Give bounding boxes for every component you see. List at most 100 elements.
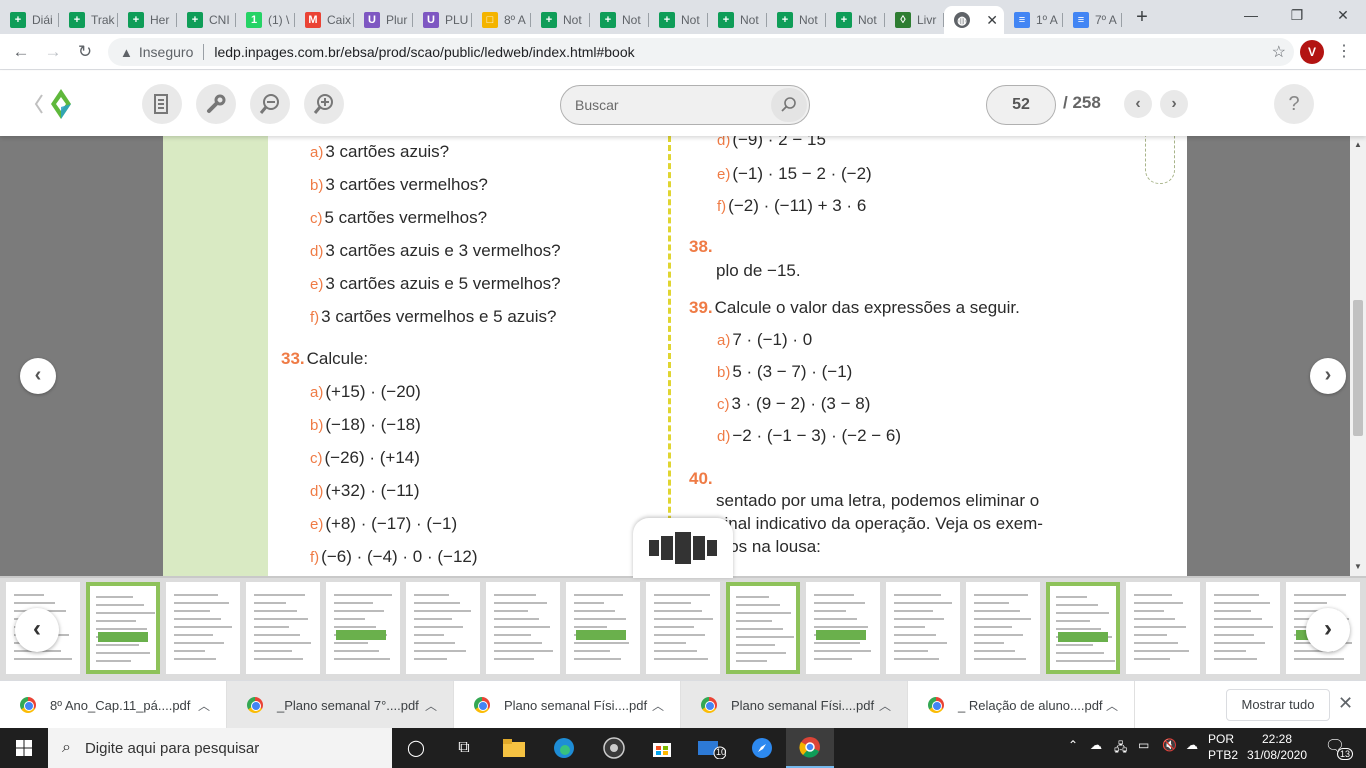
scroll-up-arrow-icon[interactable]: ▲ — [1354, 140, 1362, 149]
page-thumbnail[interactable] — [1046, 582, 1120, 674]
speaker-muted-icon[interactable]: 🔇 — [1162, 738, 1177, 752]
download-item[interactable]: Plano semanal Físi....pdf ︿ — [454, 681, 681, 729]
page-thumbnail[interactable] — [406, 582, 480, 674]
browser-menu-icon[interactable]: ⋮ — [1336, 40, 1352, 64]
thumbnails-prev-chevron-icon[interactable]: ‹ — [15, 608, 59, 652]
page-thumbnail[interactable] — [246, 582, 320, 674]
network-icon[interactable]: 🖧 — [1114, 738, 1127, 759]
browser-tab[interactable]: □ 8º A — [472, 6, 531, 34]
scroll-down-arrow-icon[interactable]: ▼ — [1354, 562, 1362, 571]
weather-cloud-icon[interactable]: ☁ — [1090, 738, 1102, 752]
page-bookmark-icon[interactable] — [1145, 136, 1175, 184]
url-field[interactable]: ▲ Inseguro ledp.inpages.com.br/ebsa/prod… — [108, 38, 1294, 66]
file-explorer-icon[interactable] — [490, 728, 538, 768]
wrench-tools-icon[interactable] — [196, 84, 236, 124]
browser-tab[interactable]: ≡ 1º A — [1004, 6, 1063, 34]
browser-tab-active[interactable]: ◍ ✕ — [944, 6, 1004, 34]
download-item[interactable]: _Plano semanal 7°....pdf ︿ — [227, 681, 454, 729]
edge-icon[interactable] — [540, 728, 588, 768]
scrollbar-thumb[interactable] — [1353, 300, 1363, 436]
close-tab-icon[interactable]: ✕ — [986, 12, 998, 29]
page-thumbnail[interactable] — [646, 582, 720, 674]
browser-tab[interactable]: U Plur — [354, 6, 413, 34]
language-indicator[interactable]: POR PTB2 — [1208, 731, 1238, 763]
browser-tab[interactable]: U PLU — [413, 6, 472, 34]
download-options-chevron-icon[interactable]: ︿ — [425, 697, 437, 714]
new-tab-button[interactable]: + — [1128, 6, 1156, 29]
download-item[interactable]: 8º Ano_Cap.11_pá....pdf ︿ — [0, 681, 227, 729]
onedrive-icon[interactable]: ☁ — [1186, 738, 1198, 752]
browser-tab[interactable]: + CNI — [177, 6, 236, 34]
windows-start-icon[interactable] — [0, 728, 48, 768]
browser-tab[interactable]: + Trak — [59, 6, 118, 34]
browser-tab[interactable]: 1 (1) \ — [236, 6, 295, 34]
browser-tab[interactable]: + Diái — [0, 6, 59, 34]
battery-icon[interactable]: ▭ — [1138, 738, 1149, 752]
browser-tab[interactable]: + Not — [590, 6, 649, 34]
download-options-chevron-icon[interactable]: ︿ — [652, 697, 664, 714]
download-options-chevron-icon[interactable]: ︿ — [879, 697, 891, 714]
page-thumbnail[interactable] — [86, 582, 160, 674]
chrome-taskbar-icon[interactable] — [786, 728, 834, 768]
browser-tab[interactable]: + Not — [767, 6, 826, 34]
forward-arrow-icon[interactable]: → — [40, 39, 66, 65]
reload-icon[interactable]: ↻ — [72, 39, 98, 65]
store-icon[interactable] — [638, 728, 686, 768]
download-item[interactable]: Plano semanal Físi....pdf ︿ — [681, 681, 908, 729]
book-index-icon[interactable] — [142, 84, 182, 124]
compass-app-icon[interactable] — [738, 728, 786, 768]
page-thumbnail[interactable] — [566, 582, 640, 674]
page-thumbnail[interactable] — [486, 582, 560, 674]
cortana-icon[interactable]: ◯ — [392, 728, 440, 768]
current-page-input[interactable]: 52 — [986, 85, 1056, 125]
page-thumbnail[interactable] — [166, 582, 240, 674]
task-view-icon[interactable]: ⧉ — [440, 728, 488, 768]
book-page: a) 3 cartões azuis? b) 3 cartões vermelhos?… — [163, 136, 1187, 576]
download-options-chevron-icon[interactable]: ︿ — [198, 697, 210, 714]
action-center-icon[interactable]: 🗨 13 — [1320, 736, 1354, 760]
profile-avatar[interactable]: V — [1300, 40, 1324, 64]
download-item[interactable]: _ Relação de aluno....pdf ︿ — [908, 681, 1135, 729]
close-window-button[interactable]: ✕ — [1320, 0, 1366, 30]
browser-tab[interactable]: ◊ Livr — [885, 6, 944, 34]
show-hidden-icons-chevron-icon[interactable]: ⌃ — [1068, 738, 1078, 752]
page-thumbnail[interactable] — [806, 582, 880, 674]
page-thumbnail[interactable] — [726, 582, 800, 674]
next-page-chevron-icon[interactable]: › — [1160, 90, 1188, 118]
page-thumbnail[interactable] — [966, 582, 1040, 674]
maximize-button[interactable]: ❐ — [1274, 0, 1320, 30]
obs-icon[interactable] — [590, 728, 638, 768]
previous-page-arrow-icon[interactable]: ‹ — [20, 358, 56, 394]
page-thumbnail[interactable] — [1206, 582, 1280, 674]
zoom-out-icon[interactable] — [250, 84, 290, 124]
thumbnail-toggle-handle[interactable] — [633, 518, 733, 578]
browser-tab[interactable]: M Caix — [295, 6, 354, 34]
page-thumbnail[interactable] — [326, 582, 400, 674]
show-all-downloads-button[interactable]: Mostrar tudo — [1226, 689, 1330, 721]
mail-icon[interactable]: 10 — [688, 728, 736, 768]
next-page-arrow-icon[interactable]: › — [1310, 358, 1346, 394]
close-downloads-icon[interactable]: ✕ — [1338, 693, 1353, 714]
taskbar-clock[interactable]: 22:28 31/08/2020 — [1246, 731, 1308, 763]
viewer-scrollbar[interactable]: ▲ ▼ — [1350, 136, 1366, 576]
browser-tab[interactable]: + Not — [649, 6, 708, 34]
search-icon[interactable] — [771, 88, 807, 122]
browser-tab[interactable]: ≡ 7º A — [1063, 6, 1122, 34]
prev-page-chevron-icon[interactable]: ‹ — [1124, 90, 1152, 118]
browser-tab[interactable]: + Not — [531, 6, 590, 34]
back-arrow-icon[interactable]: ← — [8, 39, 34, 65]
app-logo-icon[interactable] — [30, 85, 80, 123]
browser-tab[interactable]: + Her — [118, 6, 177, 34]
minimize-button[interactable]: — — [1228, 0, 1274, 30]
taskbar-search-box[interactable]: ⌕ Digite aqui para pesquisar — [48, 728, 392, 768]
book-search-input[interactable] — [561, 86, 761, 124]
thumbnails-next-chevron-icon[interactable]: › — [1306, 608, 1350, 652]
download-options-chevron-icon[interactable]: ︿ — [1106, 697, 1118, 714]
page-thumbnail[interactable] — [1126, 582, 1200, 674]
browser-tab[interactable]: + Not — [826, 6, 885, 34]
zoom-in-icon[interactable] — [304, 84, 344, 124]
bookmark-star-icon[interactable]: ☆ — [1272, 42, 1286, 62]
page-thumbnail[interactable] — [886, 582, 960, 674]
browser-tab[interactable]: + Not — [708, 6, 767, 34]
help-button[interactable]: ? — [1274, 84, 1314, 124]
